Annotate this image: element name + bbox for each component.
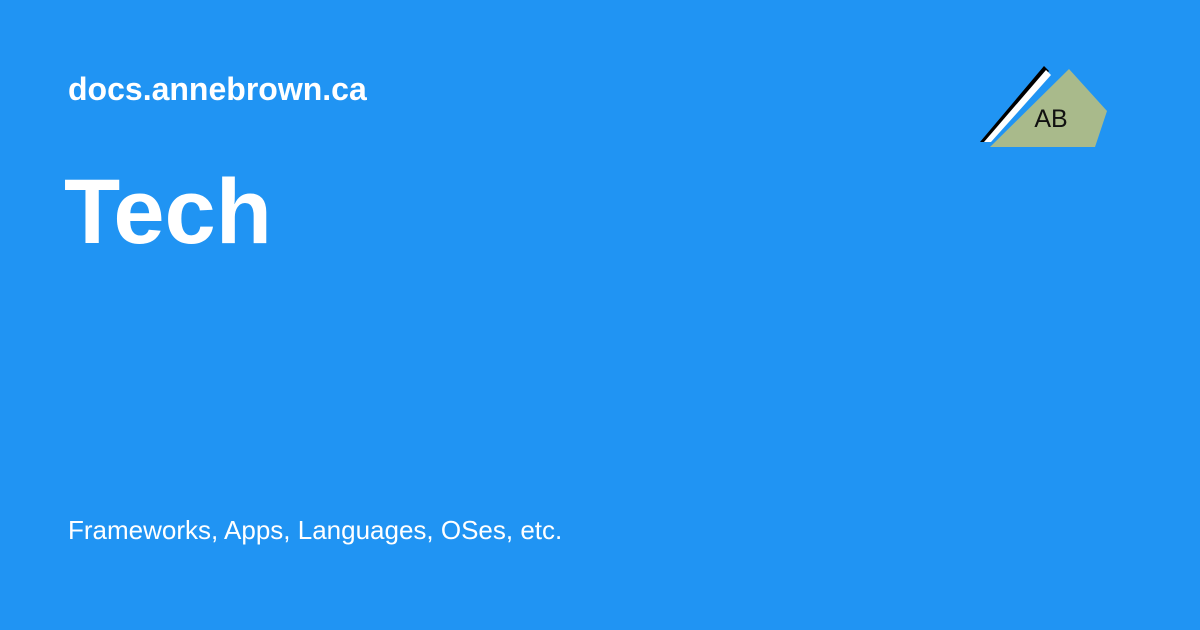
logo-text: AB — [1034, 105, 1067, 133]
social-card: docs.annebrown.ca Tech Frameworks, Apps,… — [0, 0, 1200, 630]
page-description: Frameworks, Apps, Languages, OSes, etc. — [68, 515, 563, 545]
site-name: docs.annebrown.ca — [68, 71, 367, 107]
ab-triangle-logo-icon: AB — [980, 66, 1107, 147]
page-title: Tech — [64, 161, 272, 263]
